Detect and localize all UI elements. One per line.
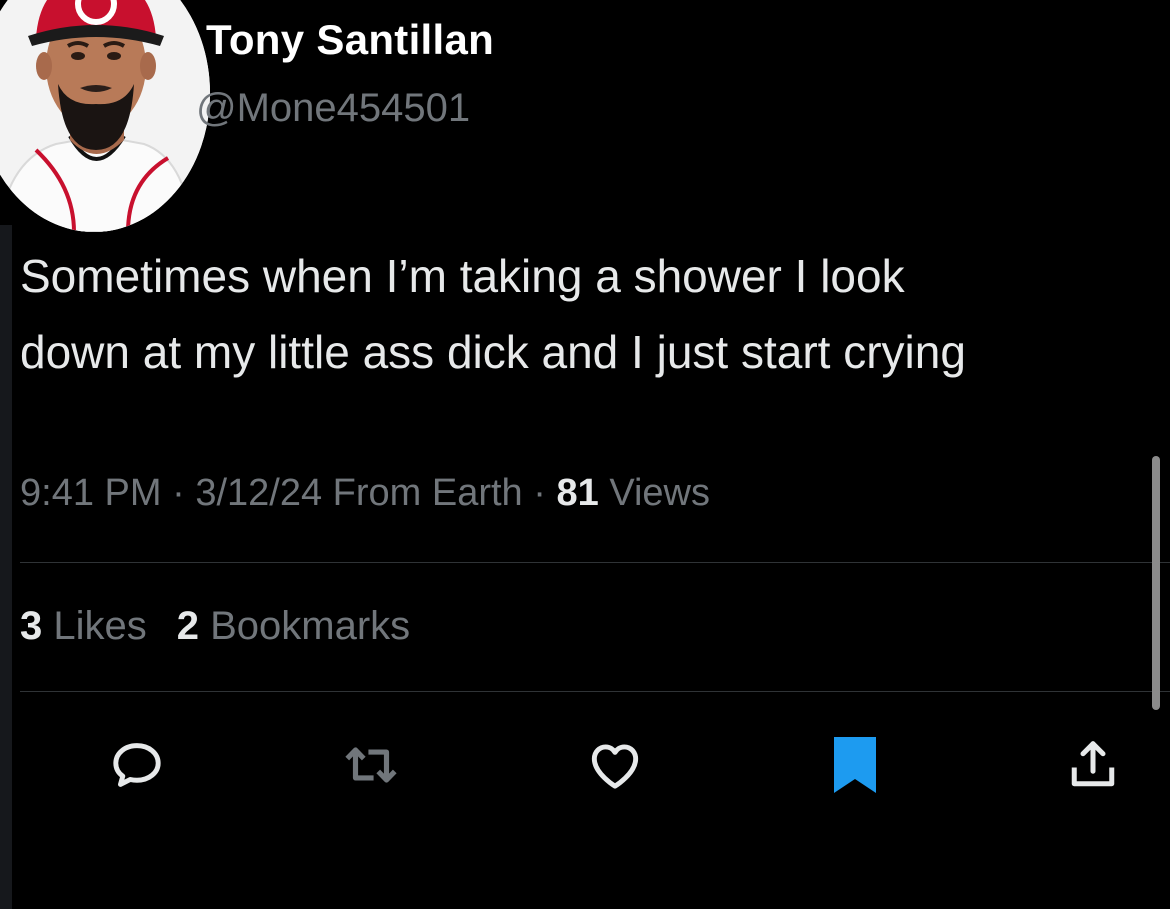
views-label: Views: [598, 472, 711, 514]
bookmark-button[interactable]: [820, 728, 890, 802]
meta-separator: ·: [161, 472, 196, 514]
tweet-text-line: down at my little ass dick and I just st…: [20, 326, 966, 378]
bookmarks-stat[interactable]: 2 Bookmarks: [177, 604, 410, 648]
divider: [20, 691, 1170, 692]
bookmarks-label: Bookmarks: [199, 604, 411, 648]
tweet-text-line: Sometimes when I’m taking a shower I loo…: [20, 250, 905, 302]
tweet-meta: 9:41 PM · 3/12/24 From Earth · 81 Views: [20, 472, 710, 515]
avatar[interactable]: [0, 0, 210, 232]
heart-outline-icon: [591, 744, 639, 789]
author-display-name[interactable]: Tony Santillan: [206, 16, 494, 64]
tweet-date-source: 3/12/24 From Earth: [195, 472, 523, 514]
likes-stat[interactable]: 3 Likes: [20, 604, 147, 648]
share-button[interactable]: [1058, 728, 1128, 802]
retweet-arrows-icon: [345, 747, 397, 783]
reply-button[interactable]: [102, 728, 172, 802]
divider: [20, 562, 1170, 563]
like-button[interactable]: [580, 728, 650, 802]
retweet-button[interactable]: [336, 728, 406, 802]
tweet-text: Sometimes when I’m taking a shower I loo…: [20, 238, 1170, 390]
views-count: 81: [556, 472, 599, 514]
tweet-time[interactable]: 9:41 PM: [20, 472, 162, 514]
bookmark-filled-icon: [834, 737, 876, 793]
left-edge-panel: [0, 225, 12, 909]
meta-separator: ·: [522, 472, 557, 514]
likes-count: 3: [20, 604, 43, 648]
tweet-stats: 3 Likes 2 Bookmarks: [20, 604, 410, 649]
share-upload-icon: [1071, 741, 1115, 787]
scrollbar[interactable]: [1152, 456, 1160, 710]
profile-photo: [0, 0, 210, 232]
author-handle[interactable]: @Mone454501: [196, 86, 470, 131]
speech-bubble-icon: [113, 743, 161, 787]
likes-label: Likes: [42, 604, 147, 648]
bookmarks-count: 2: [176, 604, 199, 648]
